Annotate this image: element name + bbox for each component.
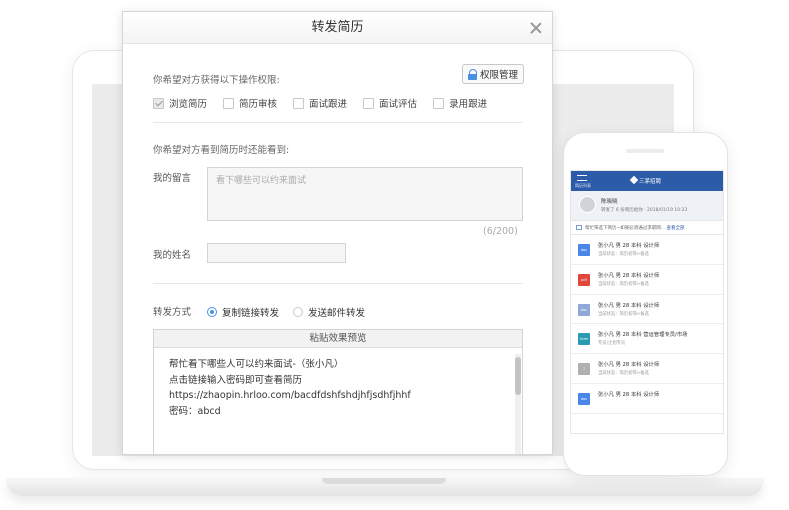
checkbox[interactable] <box>363 97 375 109</box>
scrollbar-thumb[interactable] <box>515 357 521 395</box>
candidate-info: 张小凡 男 28 本科 设计师 <box>598 391 660 398</box>
menu-label: 简历列表 <box>575 183 591 188</box>
forward-method-label: 转发方式 <box>153 307 192 318</box>
permission-interview-follow[interactable]: 面试跟进 <box>293 96 347 110</box>
file-type-icon: doc <box>578 392 590 405</box>
char-counter: (6/200) <box>483 226 518 237</box>
paste-preview: 粘贴效果预览 帮忙看下哪些人可以约来面试-（张小凡） 点击链接输入密码即可查看简… <box>153 329 523 454</box>
radio-label: 复制链接转发 <box>222 308 280 319</box>
file-type-icon: ? <box>578 363 590 376</box>
app-bar: 简历列表 三茅招聘 <box>571 171 723 191</box>
candidate-row[interactable]: html 张小凡 男 28 本科 营运管理专员/市场 专员/企划专员 <box>571 324 723 355</box>
permission-label: 面试评估 <box>379 99 418 110</box>
permission-label: 录用跟进 <box>449 99 488 110</box>
notice-text: 帮忙筛选下简历~如果必须通过求职网... <box>585 226 666 231</box>
candidate-list: doc 张小凡 男 28 本科 设计师 当前状态：简历初筛>备选 pdf 张小凡 男 2… <box>571 235 723 414</box>
checkbox[interactable] <box>293 97 305 109</box>
avatar <box>579 196 596 213</box>
checkbox[interactable] <box>153 97 164 109</box>
phone-screen: 简历列表 三茅招聘 陈晓晓 转发了 6 份简历给你 · 2018/01/19 1… <box>570 170 724 434</box>
sender-name: 陈晓晓 <box>601 199 618 205</box>
sender-sub: 转发了 6 份简历给你 · 2018/01/19 10:23 <box>601 208 688 213</box>
preview-line: 点击链接输入密码即可查看简历 <box>169 374 303 386</box>
file-type-icon: doc <box>578 303 590 316</box>
phone-speaker <box>626 149 664 153</box>
lock-icon <box>467 68 478 80</box>
candidate-info: 张小凡 男 28 本科 设计师 <box>598 272 660 279</box>
candidate-info: 张小凡 男 28 本科 设计师 <box>598 243 660 249</box>
permission-checkboxes: 浏览简历 简历审核 面试跟进 面试评估 录用跟进 <box>153 96 503 110</box>
candidate-row[interactable]: doc 张小凡 男 28 本科 设计师 当前状态：简历初筛>备选 <box>571 295 723 325</box>
app-title: 三茅招聘 <box>639 179 662 185</box>
candidate-info: 张小凡 男 28 本科 营运管理专员/市场 <box>598 332 688 339</box>
name-label: 我的姓名 <box>153 250 192 261</box>
permission-label: 浏览简历 <box>169 99 208 110</box>
menu-icon[interactable] <box>577 175 587 181</box>
permission-interview-eval[interactable]: 面试评估 <box>363 96 417 110</box>
candidate-status: 专员/企划专员 <box>598 341 626 347</box>
file-type-icon: doc <box>578 244 590 256</box>
laptop-notch <box>322 478 446 484</box>
file-type-icon: pdf <box>578 273 590 286</box>
dialog-header: 转发简历 <box>123 12 552 44</box>
candidate-row[interactable]: ? 张小凡 男 28 本科 设计师 当前状态：简历初筛>备选 <box>571 354 723 384</box>
radio-button[interactable] <box>207 307 217 317</box>
sender-card: 陈晓晓 转发了 6 份简历给你 · 2018/01/19 10:23 <box>571 191 723 221</box>
forward-send-email[interactable]: 发送邮件转发 <box>293 305 365 319</box>
forward-copy-link[interactable]: 复制链接转发 <box>207 305 279 319</box>
candidate-row[interactable]: pdf 张小凡 男 28 本科 设计师 当前状态：简历初筛>备选 <box>571 265 723 295</box>
candidate-info: 张小凡 男 28 本科 设计师 <box>598 302 660 309</box>
message-icon <box>576 225 582 230</box>
preview-link[interactable]: https://zhaopin.hrloo.com/bacdfdshfshdjh… <box>169 388 507 404</box>
message-label: 我的留言 <box>153 173 192 184</box>
checkbox[interactable] <box>433 97 445 109</box>
permission-label: 简历审核 <box>239 99 278 110</box>
permission-manage-label: 权限管理 <box>479 70 518 81</box>
permission-review[interactable]: 简历审核 <box>223 96 277 110</box>
radio-button[interactable] <box>293 307 304 317</box>
app-logo-icon <box>629 175 639 185</box>
radio-label: 发送邮件转发 <box>308 308 366 319</box>
file-type-icon: html <box>578 333 590 346</box>
candidate-info: 张小凡 男 28 本科 设计师 <box>598 362 660 369</box>
divider <box>153 283 523 284</box>
permission-hire-follow[interactable]: 录用跟进 <box>433 96 487 110</box>
notice-view-all-link[interactable]: 查看全部 <box>667 226 685 231</box>
forward-method-group: 复制链接转发 发送邮件转发 <box>207 305 379 319</box>
close-icon[interactable] <box>528 20 544 36</box>
name-input[interactable] <box>207 243 346 263</box>
dialog-title: 转发简历 <box>311 20 364 35</box>
candidate-row[interactable]: doc 张小凡 男 28 本科 设计师 <box>571 384 723 414</box>
candidate-row[interactable]: doc 张小凡 男 28 本科 设计师 当前状态：简历初筛>备选 <box>571 235 723 265</box>
preview-title: 粘贴效果预览 <box>154 330 522 348</box>
candidate-status: 当前状态：简历初筛>备选 <box>598 252 649 257</box>
forward-resume-dialog: 转发简历 你希望对方获得以下操作权限: 权限管理 浏览简历 简历审核 面试跟进 … <box>122 11 553 455</box>
preview-line: 帮忙看下哪些人可以约来面试-（张小凡） <box>169 359 344 370</box>
message-textarea[interactable]: 看下哪些可以约来面试 <box>207 167 523 221</box>
notice-bar: 帮忙筛选下简历~如果必须通过求职网... 查看全部 <box>571 221 723 235</box>
candidate-status: 当前状态：简历初筛>备选 <box>598 371 649 377</box>
checkbox[interactable] <box>223 97 235 109</box>
divider <box>153 122 523 123</box>
candidate-status: 当前状态：简历初筛>备选 <box>598 281 649 287</box>
permission-label: 面试跟进 <box>309 99 348 110</box>
preview-line: 密码：abcd <box>169 405 221 417</box>
preview-body: 帮忙看下哪些人可以约来面试-（张小凡） 点击链接输入密码即可查看简历 https… <box>154 348 522 428</box>
permission-browse[interactable]: 浏览简历 <box>153 96 207 110</box>
permission-manage-button[interactable]: 权限管理 <box>462 64 524 84</box>
permission-prompt: 你希望对方获得以下操作权限: <box>153 75 280 86</box>
candidate-status: 当前状态：简历初筛>备选 <box>598 311 649 317</box>
view-prompt: 你希望对方看到简历时还能看到: <box>153 145 290 156</box>
